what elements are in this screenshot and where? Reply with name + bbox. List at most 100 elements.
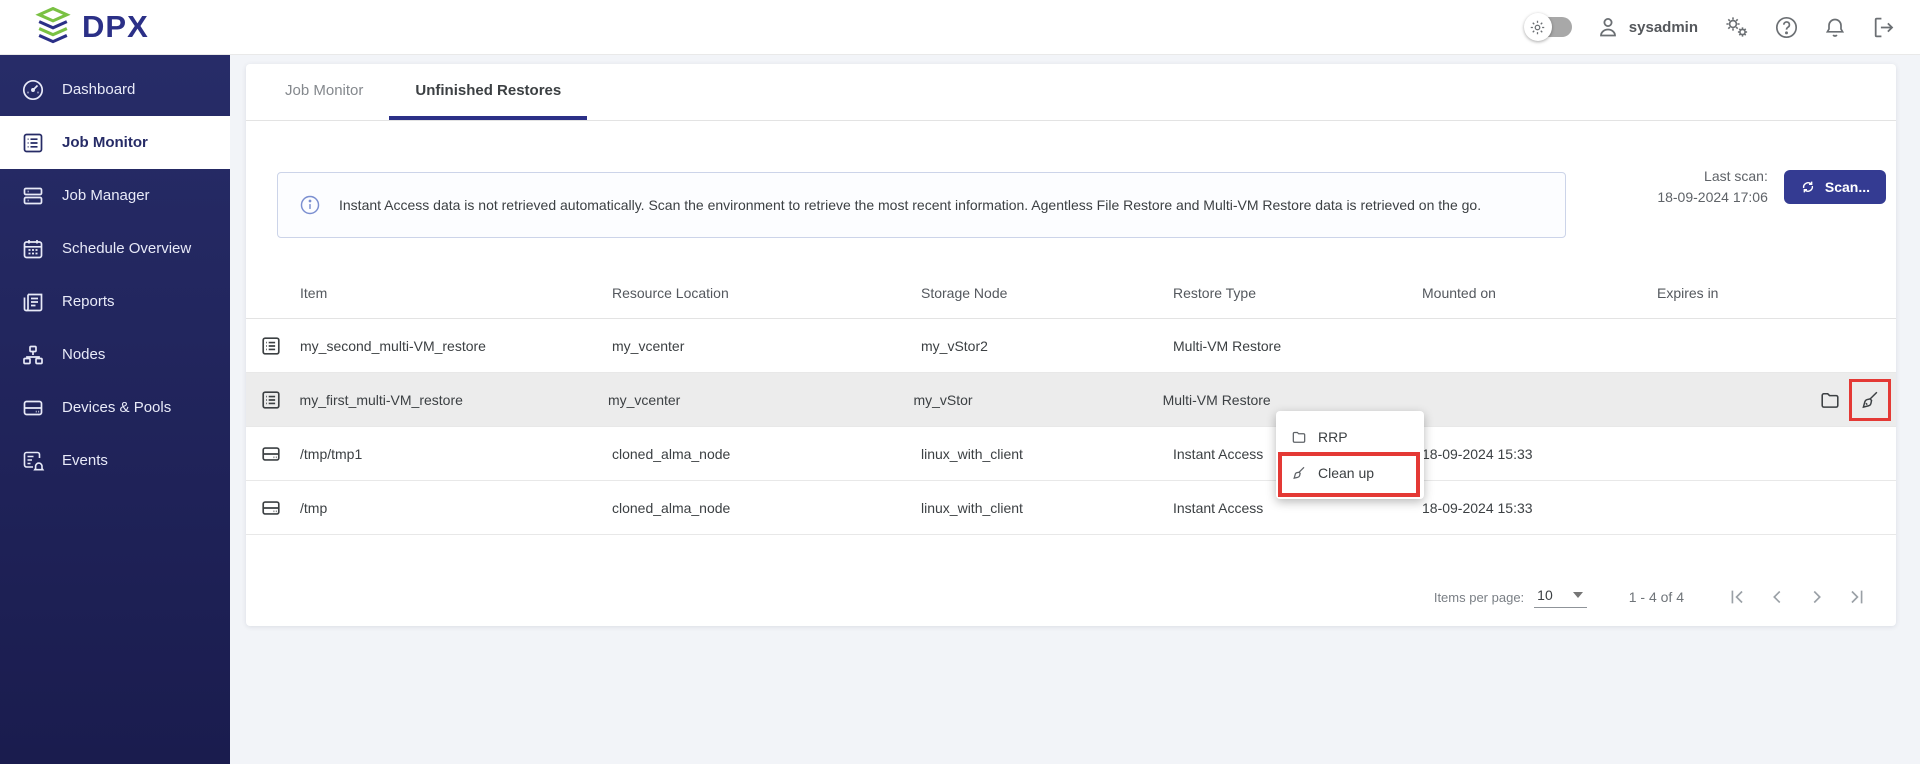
scan-button[interactable]: Scan... [1783,170,1886,204]
tab-bar: Job Monitor Unfinished Restores [246,64,1896,121]
list-box-icon [260,389,300,411]
sidebar-item-label: Nodes [62,346,106,363]
row-context-menu: RRP Clean up [1276,411,1424,499]
sidebar-item-job-monitor[interactable]: Job Monitor [0,116,230,169]
last-scan: Last scan: 18-09-2024 17:06 [1657,166,1768,208]
last-scan-time: 18-09-2024 17:06 [1657,189,1768,205]
tab-label: Job Monitor [285,81,364,99]
cell-storage: linux_with_client [921,499,1023,516]
settings-toggle[interactable] [1523,13,1572,41]
cell-resource: my_vcenter [612,337,685,354]
info-banner: Instant Access data is not retrieved aut… [277,172,1566,238]
table-row-selected[interactable]: my_first_multi-VM_restore my_vcenter my_… [246,373,1896,427]
content-card: Job Monitor Unfinished Restores Instant … [246,64,1896,626]
sidebar-item-reports[interactable]: Reports [0,275,230,328]
sidebar-item-job-manager[interactable]: Job Manager [0,169,230,222]
col-expires-in: Expires in [1657,284,1719,301]
next-page-icon[interactable] [1804,584,1830,610]
help-icon[interactable] [1774,15,1799,40]
hard-drive-icon [260,443,300,465]
logout-icon[interactable] [1871,15,1896,40]
sidebar-item-label: Job Manager [62,187,150,204]
stacked-bars-icon [21,184,45,208]
table-row[interactable]: /tmp cloned_alma_node linux_with_client … [246,481,1896,535]
menu-item-label: RRP [1318,429,1348,445]
folder-icon[interactable] [1819,389,1841,411]
cell-mounted: 18-09-2024 15:33 [1422,499,1533,516]
tab-label: Unfinished Restores [415,81,562,99]
cell-resource: my_vcenter [607,391,681,408]
table-row[interactable]: my_second_multi-VM_restore my_vcenter my… [246,319,1896,373]
cell-storage: my_vStor2 [921,337,988,354]
hard-drive-icon [260,497,300,519]
username: sysadmin [1628,18,1698,36]
sidebar-item-nodes[interactable]: Nodes [0,328,230,381]
logo-text: DPX [82,9,149,44]
col-storage-node: Storage Node [921,284,1008,301]
gear-icon [1523,13,1552,41]
col-mounted-on: Mounted on [1422,284,1496,301]
folder-icon [1291,429,1307,445]
last-page-icon[interactable] [1844,584,1870,610]
cell-resource: cloned_alma_node [612,445,731,462]
menu-item-rrp[interactable]: RRP [1276,419,1424,455]
chevron-down-icon [1572,591,1583,598]
dpx-logo: DPX [34,7,149,47]
sidebar-item-events[interactable]: Events [0,434,230,487]
table-row[interactable]: /tmp/tmp1 cloned_alma_node linux_with_cl… [246,427,1896,481]
cell-mounted: 18-09-2024 15:33 [1422,445,1533,462]
banner-text: Instant Access data is not retrieved aut… [339,197,1482,213]
cell-restore-type: Multi-VM Restore [1173,337,1282,354]
annotation-red-box [1849,378,1891,421]
sidebar-item-label: Job Monitor [62,134,148,151]
gauge-icon [21,78,45,102]
user-menu[interactable]: sysadmin [1596,15,1698,39]
table-header-row: Item Resource Location Storage Node Rest… [246,267,1896,319]
items-per-page-value: 10 [1537,586,1553,603]
sidebar-item-devices-pools[interactable]: Devices & Pools [0,381,230,434]
cell-storage: my_vStor [913,391,973,408]
tab-unfinished-restores[interactable]: Unfinished Restores [389,64,588,120]
col-item: Item [300,284,328,301]
scan-button-label: Scan... [1824,179,1870,195]
sidebar-item-label: Devices & Pools [62,399,172,416]
cell-item: my_second_multi-VM_restore [300,337,486,354]
sidebar-item-dashboard[interactable]: Dashboard [0,63,230,116]
cell-item: my_first_multi-VM_restore [299,391,463,408]
items-per-page-select[interactable]: 10 [1534,587,1587,608]
gears-icon[interactable] [1722,14,1750,40]
bell-icon[interactable] [1823,15,1847,40]
dpx-stack-icon [34,7,72,47]
event-bell-icon [21,449,45,473]
broom-icon[interactable] [1859,389,1881,411]
sidebar: Dashboard Job Monitor Job Manager Schedu… [0,55,230,764]
items-per-page-label: Items per page: [1433,589,1525,605]
last-scan-label: Last scan: [1704,168,1768,184]
cell-restore-type: Multi-VM Restore [1162,391,1271,408]
refresh-icon [1800,179,1816,195]
pagination: Items per page: 10 1 - 4 of 4 [1434,584,1870,610]
calendar-icon [21,237,45,261]
sidebar-item-label: Dashboard [62,81,136,98]
col-resource-location: Resource Location [612,284,729,301]
main-area: Job Monitor Unfinished Restores Instant … [230,55,1920,764]
restores-table: Item Resource Location Storage Node Rest… [246,267,1896,535]
cell-resource: cloned_alma_node [612,499,731,516]
sidebar-item-label: Events [62,452,108,469]
list-box-icon [21,131,45,155]
tab-job-monitor[interactable]: Job Monitor [259,64,389,120]
cell-storage: linux_with_client [921,445,1023,462]
list-box-icon [260,335,300,357]
sidebar-item-label: Reports [62,293,115,310]
newspaper-icon [21,290,45,314]
annotation-red-box [1278,452,1420,497]
user-icon [1596,15,1620,39]
col-restore-type: Restore Type [1173,284,1257,301]
cell-item: /tmp/tmp1 [300,445,363,462]
top-bar: DPX sysadmin [0,0,1920,55]
pagination-range: 1 - 4 of 4 [1628,589,1684,605]
sidebar-item-schedule-overview[interactable]: Schedule Overview [0,222,230,275]
prev-page-icon[interactable] [1764,584,1790,610]
first-page-icon[interactable] [1724,584,1750,610]
info-icon [299,194,321,216]
